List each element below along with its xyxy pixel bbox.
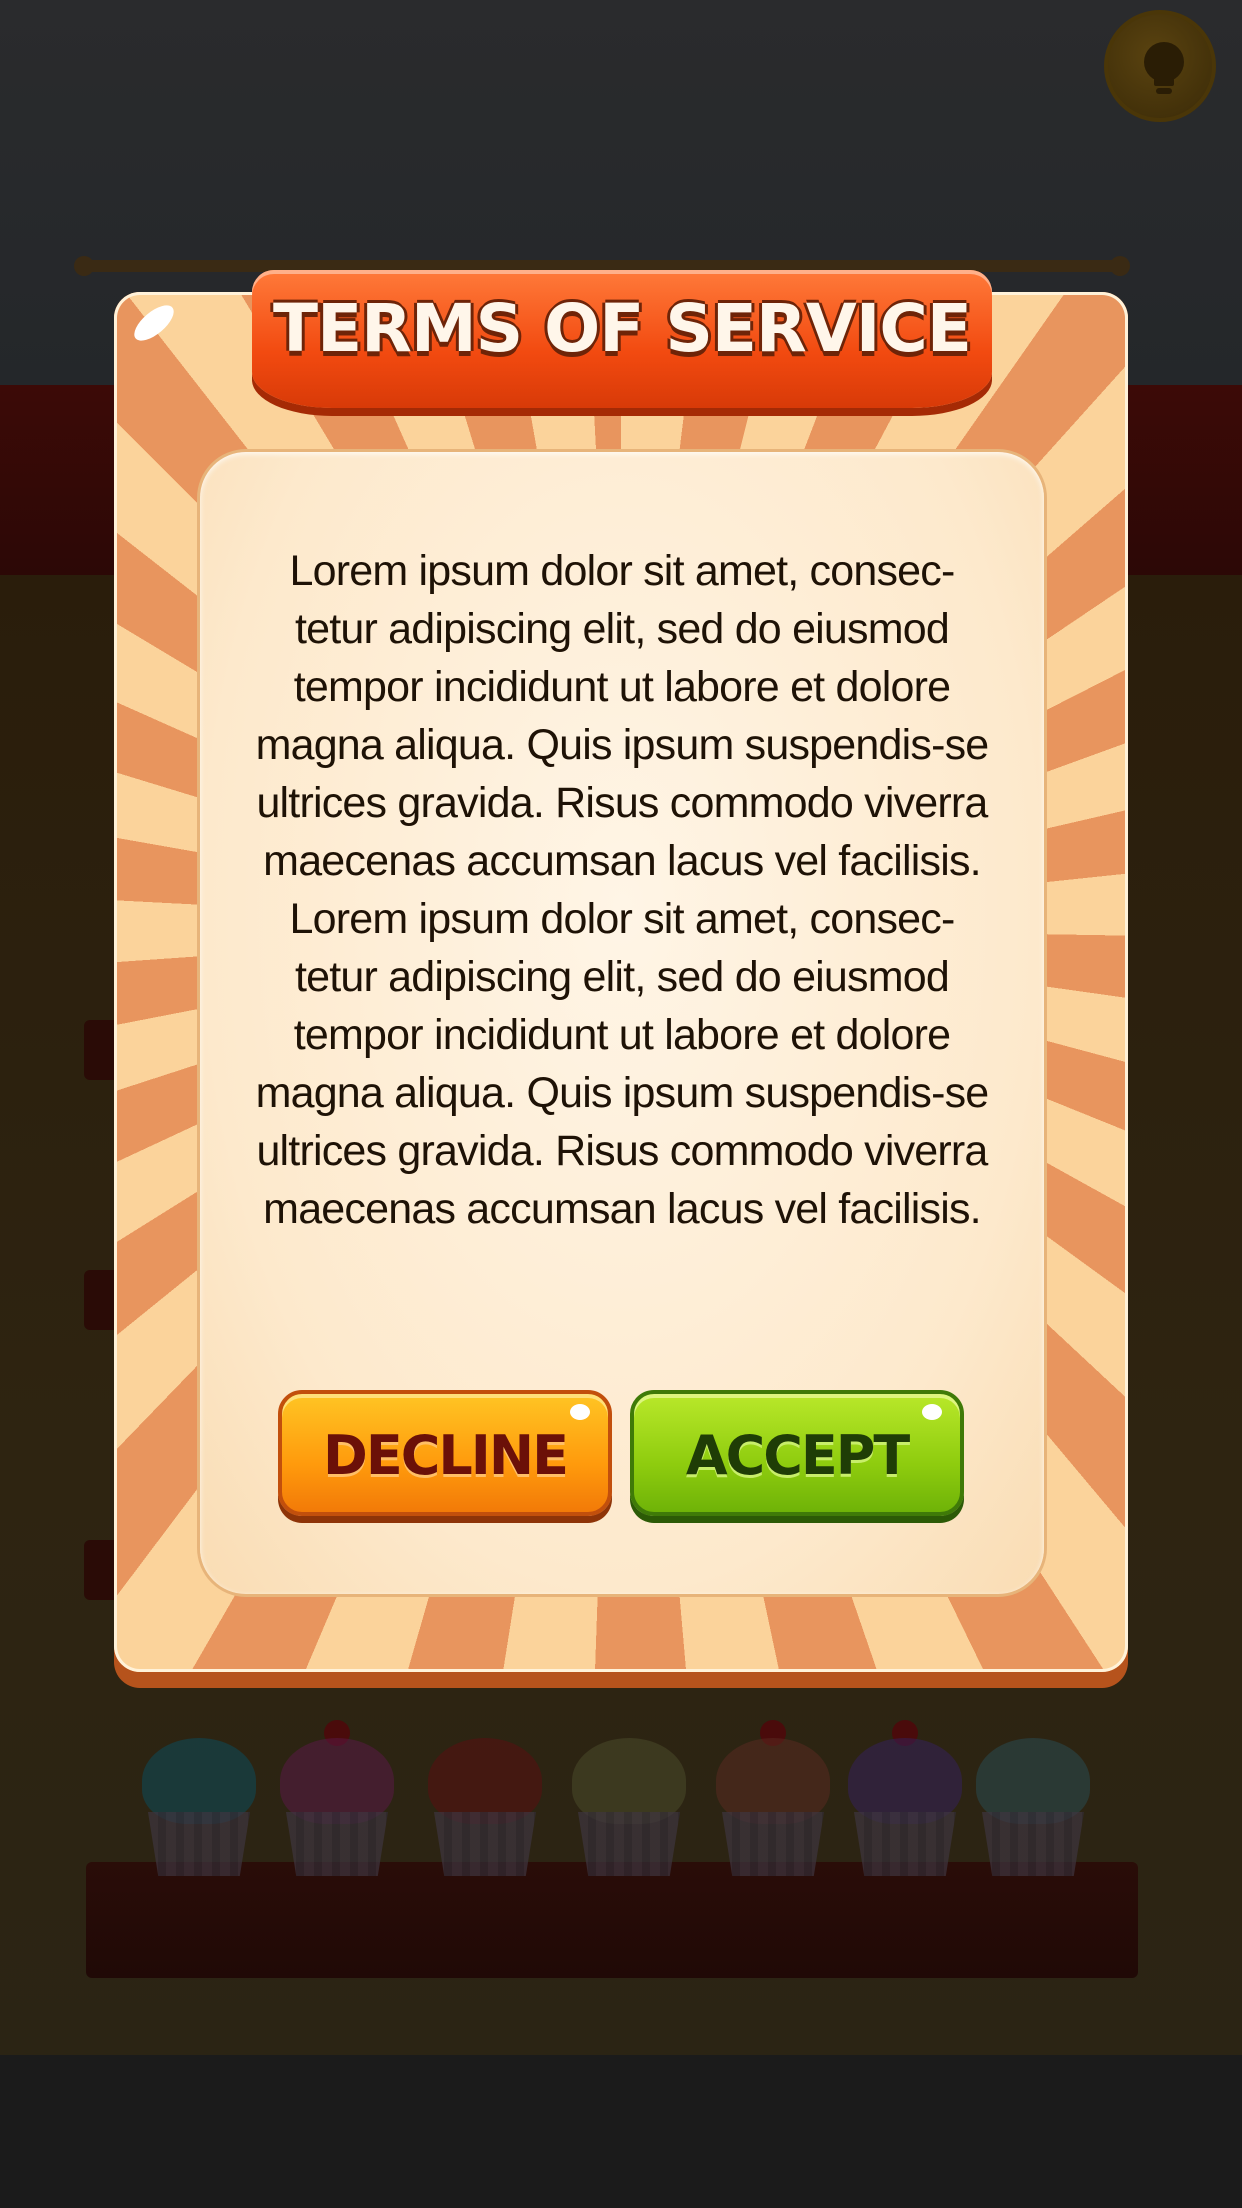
- title-ribbon: TERMS OF SERVICE: [252, 262, 992, 412]
- gloss-highlight: [128, 299, 180, 347]
- cupcake: [840, 1720, 970, 1880]
- cupcake: [272, 1720, 402, 1880]
- game-scene: TERMS OF SERVICE Lorem ipsum dolor sit a…: [0, 0, 1242, 2208]
- lightbulb-icon: [1144, 42, 1184, 94]
- background-floor: [0, 2055, 1242, 2208]
- decline-button[interactable]: DECLINE: [278, 1390, 612, 1516]
- accept-label: ACCEPT: [685, 1424, 910, 1487]
- accept-button[interactable]: ACCEPT: [630, 1390, 964, 1516]
- terms-paragraph: Lorem ipsum dolor sit amet, consec-tetur…: [255, 547, 990, 885]
- hint-button[interactable]: [1104, 10, 1216, 122]
- cupcake: [420, 1720, 550, 1880]
- cupcake: [708, 1720, 838, 1880]
- cupcake: [968, 1720, 1098, 1880]
- dialog-title: TERMS OF SERVICE: [273, 290, 972, 367]
- terms-panel: Lorem ipsum dolor sit amet, consec-tetur…: [200, 452, 1044, 1594]
- terms-paragraph: Lorem ipsum dolor sit amet, consec-tetur…: [255, 895, 990, 1233]
- cupcake: [564, 1720, 694, 1880]
- decline-label: DECLINE: [323, 1424, 569, 1487]
- terms-text: Lorem ipsum dolor sit amet, consec-tetur…: [250, 542, 994, 1238]
- cupcake: [134, 1720, 264, 1880]
